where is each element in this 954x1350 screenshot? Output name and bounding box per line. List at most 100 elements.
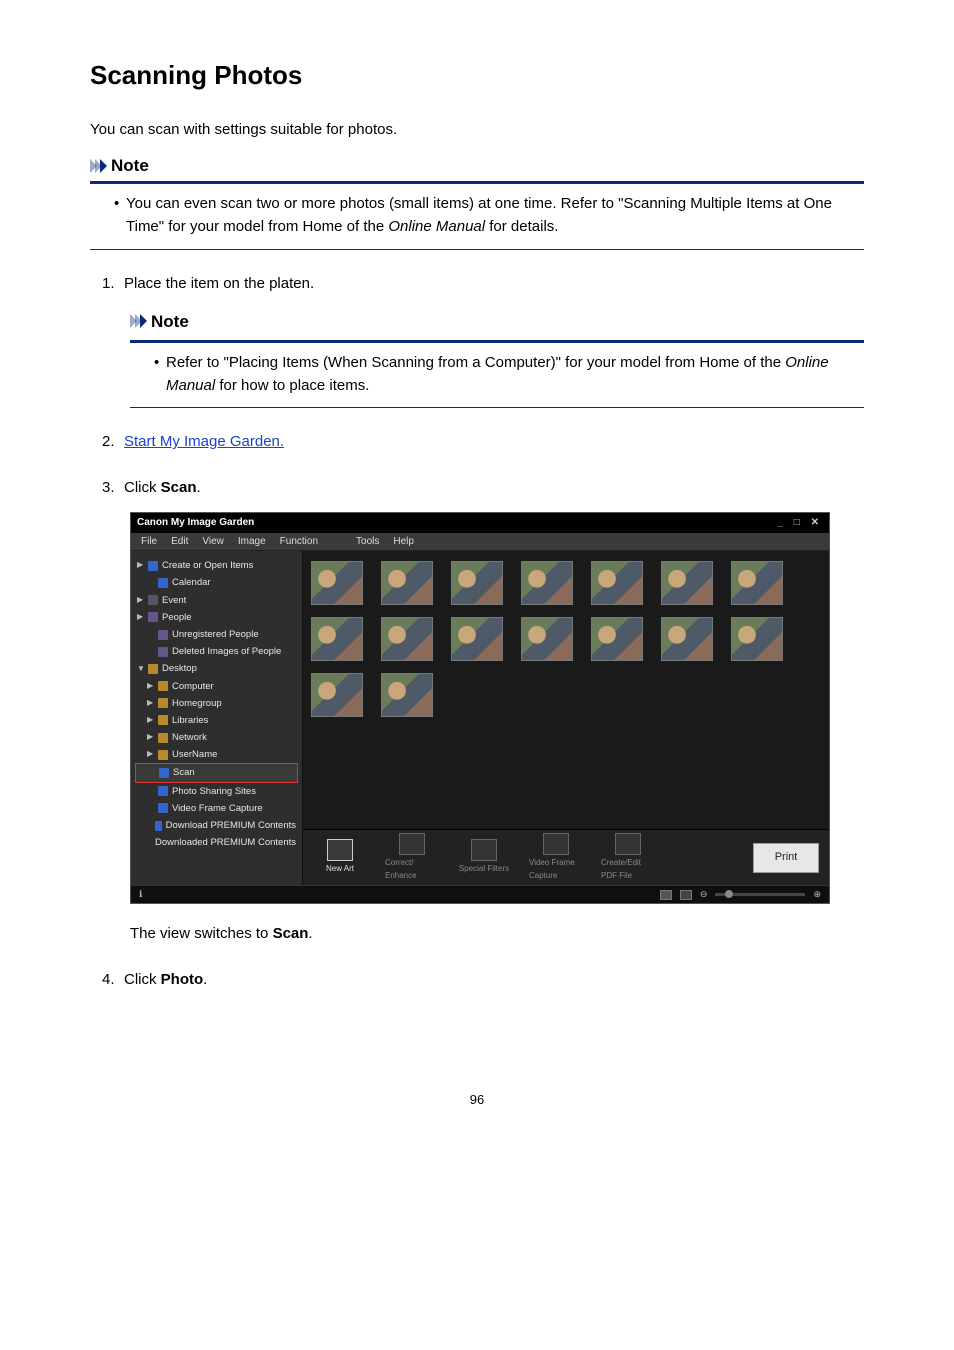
sidebar-item[interactable]: ▶People [135,609,298,626]
thumbnail[interactable] [381,561,433,605]
step-text: Place the item on the platen. [124,275,314,292]
view-mode-icon[interactable] [680,890,692,900]
note-em: Online Manual [388,218,485,235]
sidebar-item[interactable]: ▶Libraries [135,712,298,729]
tree-icon [148,561,158,571]
chevron-icon: ▶ [147,731,154,744]
sidebar-item-label: Video Frame Capture [172,801,263,816]
step-text-post: . [197,479,201,496]
note-text-1: Refer to "Placing Items (When Scanning f… [166,354,785,371]
bottombar-icon [543,833,569,855]
chevron-icon: ▼ [137,663,144,676]
thumbnail[interactable] [591,617,643,661]
bottombar-icon [615,833,641,855]
bottombar-label: Create/Edit PDF File [601,857,655,883]
tree-icon [158,630,168,640]
sidebar-item-label: Network [172,730,207,745]
step-text-bold: Photo [161,971,204,988]
chevron-icon: ▶ [147,697,154,710]
thumbnail[interactable] [521,617,573,661]
bottombar-label: Video Frame Capture [529,857,583,883]
start-mig-link[interactable]: Start My Image Garden. [124,433,284,450]
sidebar-item-label: Event [162,593,186,608]
sidebar-item[interactable]: Photo Sharing Sites [135,783,298,800]
sidebar-item-label: UserName [172,747,217,762]
zoom-slider[interactable] [715,893,805,896]
thumbnail[interactable] [731,561,783,605]
print-button[interactable]: Print [753,843,819,873]
sidebar-item[interactable]: ▶Event [135,592,298,609]
menu-edit[interactable]: Edit [171,534,188,550]
sidebar-item[interactable]: ▶UserName [135,746,298,763]
sidebar-item-label: Photo Sharing Sites [172,784,256,799]
note-title: Note [111,156,149,176]
menu-image[interactable]: Image [238,534,266,550]
view-mode-icon[interactable] [660,890,672,900]
bottombar-button: Special Filters [457,839,511,876]
bottombar-icon [327,839,353,861]
thumbnail[interactable] [451,617,503,661]
step-text-pre: Click [124,971,161,988]
note-arrows-icon [90,159,105,173]
sidebar-item[interactable]: Video Frame Capture [135,800,298,817]
sidebar-item-label: Scan [173,765,195,780]
sidebar-item[interactable]: Calendar [135,574,298,591]
tree-icon [158,786,168,796]
step-text-pre: Click [124,479,161,496]
sidebar-item[interactable]: Deleted Images of People [135,643,298,660]
step-3: 3. Click Scan. Canon My Image Garden _ □… [102,476,864,946]
thumbnail[interactable] [381,673,433,717]
menu-file[interactable]: File [141,534,157,550]
tree-icon [158,733,168,743]
menu-help[interactable]: Help [393,534,414,550]
sidebar-item[interactable]: Scan [135,763,298,782]
step-num: 2. [102,430,115,454]
thumbnail[interactable] [311,617,363,661]
intro-text: You can scan with settings suitable for … [90,121,864,138]
thumbnail[interactable] [661,617,713,661]
sidebar-item-label: Computer [172,679,214,694]
menu-tools[interactable]: Tools [356,534,379,550]
bottombar-label: New Art [326,863,354,876]
zoom-out-icon[interactable]: ⊖ [700,887,708,901]
menu-view[interactable]: View [202,534,224,550]
tree-icon [158,681,168,691]
zoom-in-icon[interactable]: ⊕ [813,887,821,901]
app-bottombar: New ArtCorrect/ EnhanceSpecial FiltersVi… [303,829,829,885]
app-window: Canon My Image Garden _ □ ✕ File Edit Vi… [130,512,830,904]
note-title: Note [151,308,189,335]
thumbnail[interactable] [311,561,363,605]
sidebar-item-label: Deleted Images of People [172,644,281,659]
step-text-bold: Scan [161,479,197,496]
sidebar-item[interactable]: Downloaded PREMIUM Contents [135,834,298,851]
status-info-icon[interactable]: ℹ [139,887,142,901]
bottombar-button[interactable]: New Art [313,839,367,876]
tree-icon [158,647,168,657]
sidebar-item[interactable]: ▼Desktop [135,660,298,677]
step-2: 2. Start My Image Garden. [102,430,864,454]
sidebar-item[interactable]: Download PREMIUM Contents [135,817,298,834]
thumbnail[interactable] [591,561,643,605]
thumbnail[interactable] [311,673,363,717]
tree-icon [158,698,168,708]
sidebar-item[interactable]: ▶Computer [135,678,298,695]
thumbnail[interactable] [661,561,713,605]
menu-function[interactable]: Function [280,534,318,550]
bottombar-icon [399,833,425,855]
sidebar-item-label: Download PREMIUM Contents [166,818,296,833]
app-menubar: File Edit View Image Function Tools Help [131,533,829,551]
note-block-top: Note You can even scan two or more photo… [90,156,864,250]
thumbnail[interactable] [381,617,433,661]
tree-icon [148,612,158,622]
app-sidebar: ▶Create or Open ItemsCalendar▶Event▶Peop… [131,551,303,885]
sidebar-item[interactable]: ▶ Network [135,729,298,746]
sidebar-item[interactable]: Unregistered People [135,626,298,643]
thumbnail[interactable] [521,561,573,605]
after-pre: The view switches to [130,925,273,942]
thumbnail[interactable] [451,561,503,605]
window-controls[interactable]: _ □ ✕ [777,515,823,531]
thumbnail[interactable] [731,617,783,661]
bottombar-icon [471,839,497,861]
sidebar-item[interactable]: ▶Create or Open Items [135,557,298,574]
sidebar-item[interactable]: ▶Homegroup [135,695,298,712]
